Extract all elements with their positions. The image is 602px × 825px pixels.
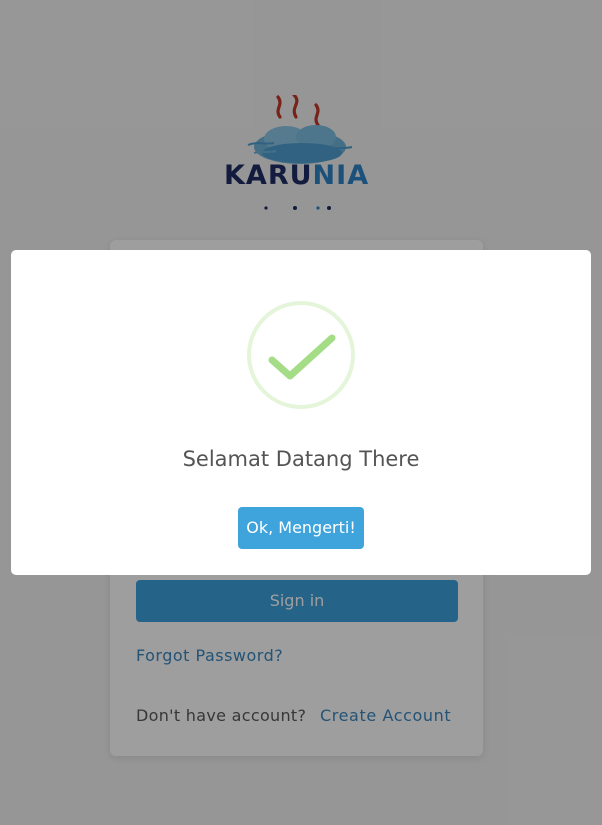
- dialog-title: Selamat Datang There: [182, 447, 420, 471]
- login-page: KARUNIA Sign in Forgot Password? Don't h…: [0, 0, 602, 825]
- success-checkmark-icon: [247, 301, 355, 409]
- confirm-button[interactable]: Ok, Mengerti!: [238, 507, 364, 549]
- success-dialog: Selamat Datang There Ok, Mengerti!: [11, 250, 591, 575]
